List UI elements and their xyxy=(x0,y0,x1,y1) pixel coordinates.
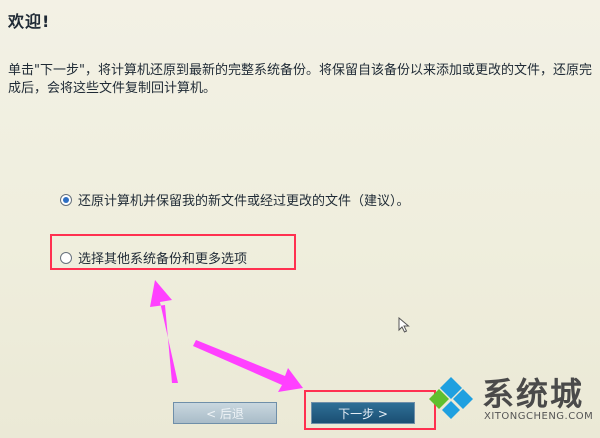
wizard-description: 单击"下一步"，将计算机还原到最新的完整系统备份。将保留自该备份以来添加或更改的… xyxy=(8,63,592,96)
arrow-right-icon xyxy=(193,340,303,392)
wizard-title: 欢迎! xyxy=(8,12,51,31)
option-restore-keep-files-label: 还原计算机并保留我的新文件或经过更改的文件（建议）。 xyxy=(78,194,410,209)
watermark-logo: 系统城 XITONGCHENG.COM xyxy=(427,365,597,435)
restore-wizard-screen: 欢迎! 单击"下一步"，将计算机还原到最新的完整系统备份。将保留自该备份以来添加… xyxy=(0,0,600,438)
option-highlight-box xyxy=(50,234,296,270)
arrow-up-icon xyxy=(150,280,178,383)
next-button-highlight-box xyxy=(304,390,436,430)
back-button[interactable]: < 后退 xyxy=(173,402,277,424)
radio-selected-icon[interactable] xyxy=(60,193,72,206)
mouse-cursor-icon xyxy=(398,317,410,333)
option-restore-keep-files[interactable]: 还原计算机并保留我的新文件或经过更改的文件（建议）。 xyxy=(60,190,410,209)
watermark-name: 系统城 xyxy=(482,375,585,413)
watermark-domain: XITONGCHENG.COM xyxy=(484,411,594,422)
site-logo-icon xyxy=(429,377,473,419)
